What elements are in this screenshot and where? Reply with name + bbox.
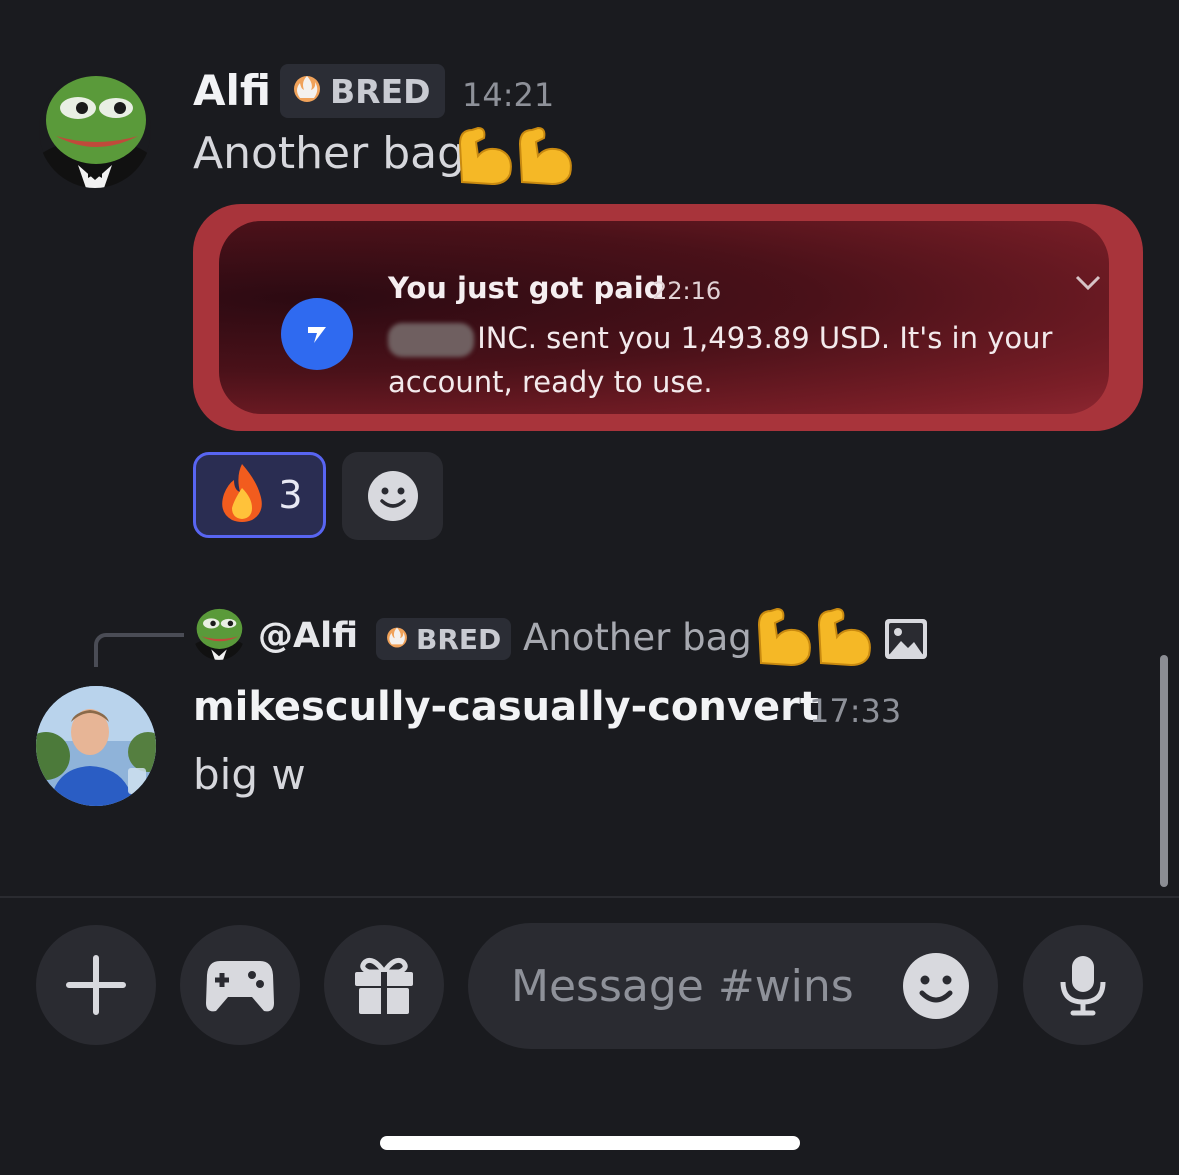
username-mikescully[interactable]: mikescully-casually-convert: [193, 684, 819, 730]
notification-body: INC. sent you 1,493.89 USD. It's in your…: [388, 321, 1053, 399]
gamepad-icon: [206, 961, 274, 1012]
notification-title: You just got paid: [388, 271, 665, 305]
chevron-down-icon: [1075, 275, 1101, 295]
guild-tag-badge[interactable]: BRED: [280, 64, 445, 118]
fire-icon: [216, 462, 268, 528]
message-text: big w: [193, 750, 306, 799]
scrollbar[interactable]: [1160, 655, 1168, 887]
reply-spine: [94, 633, 184, 667]
notification-time: 22:16: [652, 277, 722, 305]
muscle-icon: [755, 605, 875, 671]
reaction-count: 3: [278, 473, 303, 517]
reply-guild-tag-label: BRED: [416, 622, 502, 656]
reply-preview-text[interactable]: Another bag: [523, 616, 752, 659]
add-attachment-button[interactable]: [36, 925, 156, 1045]
message-timestamp: 14:21: [462, 76, 555, 114]
microphone-icon: [1060, 956, 1106, 1016]
message-input-placeholder: Message #wins: [511, 961, 854, 1012]
home-indicator[interactable]: [380, 1136, 800, 1150]
gift-icon: [355, 957, 413, 1014]
avatar-mikescully[interactable]: [36, 686, 156, 806]
username-alfi[interactable]: Alfi: [193, 66, 271, 115]
gift-button[interactable]: [324, 925, 444, 1045]
message-timestamp: 17:33: [809, 692, 902, 730]
flame-badge-icon: [384, 623, 410, 656]
message-input[interactable]: Message #wins: [468, 923, 998, 1049]
reply-guild-tag-badge[interactable]: BRED: [376, 618, 512, 660]
voice-message-button[interactable]: [1023, 925, 1143, 1045]
image-attachment[interactable]: You just got paid 22:16 INC. sent you 1,…: [193, 204, 1143, 431]
plus-icon: [66, 955, 126, 1015]
smiley-icon: [367, 471, 418, 521]
redacted-blur: [388, 323, 474, 357]
activities-button[interactable]: [180, 925, 300, 1045]
message-text: Another bag: [193, 128, 466, 179]
smiley-icon: [903, 953, 969, 1019]
emoji-picker-button[interactable]: [902, 952, 970, 1024]
image-icon: [884, 618, 928, 664]
notification-card: You just got paid 22:16 INC. sent you 1,…: [219, 221, 1109, 414]
composer-divider: [0, 896, 1179, 898]
reply-username[interactable]: @Alfi: [258, 616, 358, 656]
guild-tag-label: BRED: [330, 71, 431, 111]
muscle-icon: [456, 124, 576, 190]
flame-badge-icon: [290, 70, 324, 112]
reaction-fire[interactable]: 3: [193, 452, 326, 538]
add-reaction-button[interactable]: [342, 452, 443, 540]
reply-avatar-alfi[interactable]: [193, 606, 245, 660]
avatar-alfi[interactable]: [38, 70, 152, 188]
wise-logo-icon: [281, 298, 353, 370]
